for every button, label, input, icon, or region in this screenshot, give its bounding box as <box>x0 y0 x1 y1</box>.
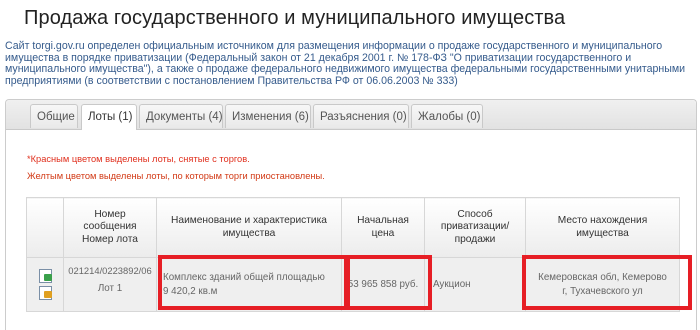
tab-complaints[interactable]: Жалобы (0) <box>411 104 483 128</box>
tab-clarifications[interactable]: Разъяснения (0) <box>313 104 409 128</box>
place-header: Место нахождения имущества <box>525 197 680 258</box>
intro-text: Сайт torgi.gov.ru определен официальным … <box>5 40 686 87</box>
tab-bar: Общие Лоты (1) Документы (4) Изменения (… <box>6 100 696 130</box>
view-lot-icon[interactable] <box>38 269 52 283</box>
table-header-row: Номер сообщения Номер лота Наименование … <box>26 197 680 258</box>
actions-header <box>26 197 64 258</box>
note-removed-lots: *Красным цветом выделены лоты, снятые с … <box>27 154 250 164</box>
tab-general[interactable]: Общие <box>30 104 78 128</box>
page-title: Продажа государственного и муниципальног… <box>24 7 566 29</box>
number-header: Номер сообщения Номер лота <box>63 197 157 258</box>
edit-lot-icon[interactable] <box>38 286 52 300</box>
highlight-box-price <box>344 255 432 310</box>
message-number: 021214/0223892/06 <box>68 265 152 276</box>
tab-changes[interactable]: Изменения (6) <box>225 104 311 128</box>
tab-documents[interactable]: Документы (4) <box>139 104 223 128</box>
name-header: Наименование и характеристика имущества <box>156 197 342 258</box>
highlight-box-name <box>158 255 350 310</box>
row-number: 021214/0223892/06 Лот 1 <box>63 257 157 312</box>
highlight-box-place <box>522 255 692 310</box>
row-actions <box>26 257 64 312</box>
lot-number: Лот 1 <box>97 283 123 294</box>
price-header: Начальная цена <box>341 197 425 258</box>
row-method: Аукцион <box>424 257 526 312</box>
note-suspended-lots: Желтым цветом выделены лоты, по которым … <box>27 171 325 181</box>
method-header: Способ приватизации/ продажи <box>424 197 526 258</box>
tab-lots[interactable]: Лоты (1) <box>81 104 137 130</box>
